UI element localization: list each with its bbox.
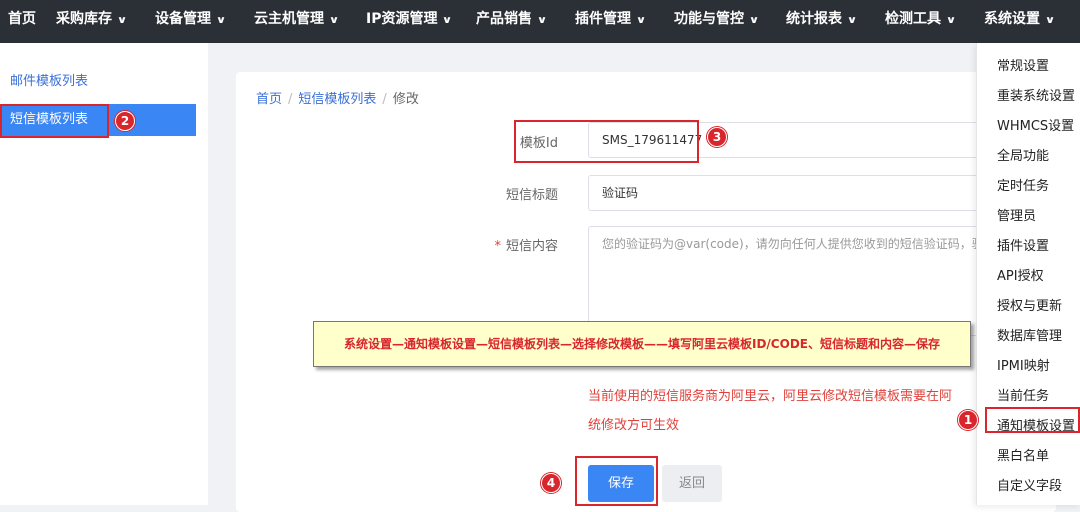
menu-item-database[interactable]: 数据库管理 [997, 325, 1062, 344]
annotation-box-save [575, 456, 658, 506]
chevron-down-icon: ∨ [328, 15, 340, 26]
chevron-down-icon: ∨ [1044, 15, 1056, 26]
nav-item-sales[interactable]: 产品销售 ∨ [476, 0, 548, 43]
nav-label: 系统设置 [984, 11, 1040, 27]
nav-label: 采购库存 [56, 11, 112, 27]
instruction-banner: 系统设置—通知模板设置—短信模板列表—选择修改模板——填写阿里云模板ID/COD… [313, 321, 971, 367]
nav-label: 云主机管理 [254, 11, 324, 27]
chevron-down-icon: ∨ [536, 15, 548, 26]
content-label-text: 短信内容 [505, 239, 558, 254]
provider-hint-2: 统修改方可生效 [588, 418, 680, 433]
nav-item-devices[interactable]: 设备管理 ∨ [155, 0, 227, 43]
nav-item-plugins[interactable]: 插件管理 ∨ [575, 0, 647, 43]
nav-item-purchase[interactable]: 采购库存 ∨ [56, 0, 128, 43]
top-nav: 首页 采购库存 ∨ 设备管理 ∨ 云主机管理 ∨ IP资源管理 ∨ 产品销售 ∨ 插件管理… [0, 0, 1080, 43]
nav-item-features[interactable]: 功能与管控 ∨ [674, 0, 760, 43]
chevron-down-icon: ∨ [635, 15, 647, 26]
chevron-down-icon: ∨ [442, 15, 453, 26]
annotation-box-notify-templates [985, 407, 1080, 433]
nav-item-system-settings[interactable]: 系统设置 ∨ [984, 0, 1056, 43]
nav-label: 功能与管控 [674, 11, 744, 27]
menu-item-general[interactable]: 常规设置 [997, 55, 1049, 74]
annotation-box-sidebar [0, 104, 109, 138]
breadcrumb-home[interactable]: 首页 [256, 92, 282, 107]
nav-label: 产品销售 [476, 11, 532, 27]
nav-label: 设备管理 [155, 11, 211, 27]
annotation-badge: 3 [707, 127, 727, 147]
chevron-down-icon: ∨ [945, 15, 957, 26]
breadcrumb-current: 修改 [392, 92, 419, 107]
menu-item-plugin-settings[interactable]: 插件设置 [997, 235, 1049, 254]
menu-item-api[interactable]: API授权 [997, 265, 1044, 284]
nav-item-cloud-hosts[interactable]: 云主机管理 ∨ [254, 0, 340, 43]
nav-label: 插件管理 [575, 11, 631, 27]
sidebar-item-email-templates[interactable]: 邮件模板列表 [10, 70, 88, 89]
content-textarea[interactable]: 您的验证码为@var(code)，请勿向任何人提供您收到的短信验证码，验 [588, 226, 1008, 336]
menu-item-cron[interactable]: 定时任务 [997, 175, 1049, 194]
nav-item-tools[interactable]: 检测工具 ∨ [885, 0, 957, 43]
menu-item-ipmi[interactable]: IPMI映射 [997, 355, 1050, 374]
annotation-badge: 1 [958, 410, 978, 430]
menu-item-custom-fields[interactable]: 自定义字段 [997, 475, 1062, 494]
nav-label: 首页 [8, 11, 36, 27]
nav-label: IP资源管理 [366, 11, 438, 27]
chevron-down-icon: ∨ [215, 15, 227, 26]
provider-hint: 当前使用的短信服务商为阿里云，阿里云修改短信模板需要在阿 [588, 389, 953, 404]
annotation-box-template-id [514, 120, 699, 163]
menu-item-admins[interactable]: 管理员 [997, 205, 1036, 224]
system-settings-dropdown: 常规设置 重装系统设置 WHMCS设置 全局功能 定时任务 管理员 插件设置 A… [976, 43, 1080, 505]
title-label: 短信标题 [505, 188, 558, 203]
menu-item-license[interactable]: 授权与更新 [997, 295, 1062, 314]
chevron-down-icon: ∨ [116, 15, 128, 26]
menu-item-blacklist[interactable]: 黑白名单 [997, 445, 1049, 464]
menu-item-reinstall[interactable]: 重装系统设置 [997, 85, 1075, 104]
menu-item-whmcs[interactable]: WHMCS设置 [997, 115, 1074, 134]
breadcrumb-sms-list[interactable]: 短信模板列表 [298, 92, 376, 107]
breadcrumb: 首页 / 短信模板列表 / 修改 [256, 88, 419, 107]
title-input[interactable]: 验证码 [588, 175, 1008, 211]
annotation-badge: 4 [541, 473, 561, 493]
breadcrumb-separator: / [288, 92, 293, 107]
nav-item-reports[interactable]: 统计报表 ∨ [786, 0, 858, 43]
nav-label: 检测工具 [885, 11, 941, 27]
back-button[interactable]: 返回 [662, 465, 722, 502]
chevron-down-icon: ∨ [846, 15, 858, 26]
annotation-badge: 2 [115, 111, 135, 131]
nav-item-ip-resources[interactable]: IP资源管理 ∨ [366, 0, 453, 43]
required-mark: * [494, 239, 501, 254]
chevron-down-icon: ∨ [748, 15, 760, 26]
nav-label: 统计报表 [786, 11, 842, 27]
content-label: * 短信内容 [468, 235, 558, 254]
menu-item-tasks[interactable]: 当前任务 [997, 385, 1049, 404]
nav-item-home[interactable]: 首页 [8, 0, 36, 43]
menu-item-global[interactable]: 全局功能 [997, 145, 1049, 164]
breadcrumb-separator: / [382, 92, 387, 107]
